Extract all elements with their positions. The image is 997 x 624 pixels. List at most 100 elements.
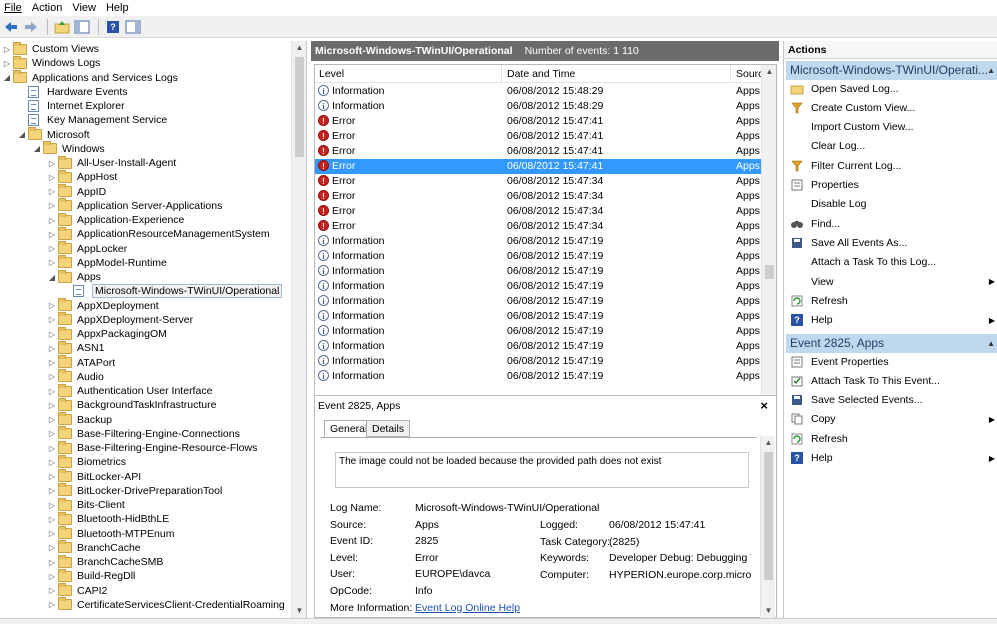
action-attach-task-to-this-event[interactable]: Attach Task To This Event... [786, 371, 997, 390]
tree-item[interactable]: ▷ All-User-Install-Agent [47, 155, 176, 170]
tree-item[interactable]: ◢ Apps [47, 269, 101, 284]
tree-item[interactable]: ▷ Authentication User Interface [47, 383, 212, 398]
help-icon[interactable]: ? [104, 18, 122, 36]
action-event-properties[interactable]: Event Properties [786, 352, 997, 371]
forward-arrow-icon[interactable] [22, 18, 40, 36]
tree-item[interactable]: Hardware Events [17, 85, 128, 99]
expand-toggle-icon[interactable]: ▷ [47, 558, 57, 567]
expand-toggle-icon[interactable]: ▷ [2, 45, 12, 54]
detail-scroll-thumb[interactable] [764, 452, 773, 580]
event-row[interactable]: i Information 06/08/2012 15:47:19 Apps [315, 324, 762, 339]
expand-toggle-icon[interactable]: ▷ [47, 315, 57, 324]
event-row[interactable]: i Information 06/08/2012 15:47:19 Apps [315, 279, 762, 294]
expand-toggle-icon[interactable]: ▷ [47, 543, 57, 552]
back-arrow-icon[interactable] [2, 18, 20, 36]
expand-toggle-icon[interactable]: ▷ [47, 458, 57, 467]
expand-toggle-icon[interactable]: ▷ [47, 572, 57, 581]
tree-item[interactable]: ◢ Microsoft [17, 127, 90, 142]
tree-item[interactable]: ▷ AppLocker [47, 241, 127, 256]
action-view[interactable]: View ▶ [786, 272, 997, 291]
expand-toggle-icon[interactable]: ◢ [47, 273, 57, 282]
event-row[interactable]: i Information 06/08/2012 15:47:19 Apps [315, 309, 762, 324]
tree-item[interactable]: ▷ Biometrics [47, 454, 126, 469]
tree-item[interactable]: ▷ AppHost [47, 169, 117, 184]
show-hide-action-pane-icon[interactable] [124, 18, 142, 36]
grid-scrollbar[interactable]: ▲ ▼ [761, 65, 776, 417]
expand-toggle-icon[interactable]: ▷ [47, 415, 57, 424]
tree-item[interactable]: ▷ Base-Filtering-Engine-Resource-Flows [47, 440, 257, 455]
tree-item[interactable]: ▷ Build-RegDll [47, 568, 135, 583]
expand-toggle-icon[interactable]: ▷ [47, 429, 57, 438]
tree-item[interactable]: ▷ Backup [47, 412, 112, 427]
tree-item[interactable]: ▷ Custom Views [2, 41, 99, 56]
action-import-custom-view[interactable]: Import Custom View... [786, 118, 997, 137]
action-save-selected-events[interactable]: Save Selected Events... [786, 391, 997, 410]
menu-help[interactable]: Help [102, 2, 135, 14]
event-row[interactable]: ! Error 06/08/2012 15:47:34 Apps [315, 219, 762, 234]
tree-item[interactable]: ▷ Bits-Client [47, 497, 125, 512]
tree-item[interactable]: Key Management Service [17, 113, 167, 127]
action-attach-a-task-to-this-log[interactable]: Attach a Task To this Log... [786, 253, 997, 272]
action-properties[interactable]: Properties [786, 176, 997, 195]
tree-item[interactable]: ▷ Application Server-Applications [47, 198, 222, 213]
tree-item[interactable]: ▷ AppModel-Runtime [47, 255, 167, 270]
menu-view[interactable]: View [68, 2, 102, 14]
event-row[interactable]: i Information 06/08/2012 15:47:19 Apps [315, 369, 762, 384]
tree-item[interactable]: Microsoft-Windows-TWinUI/Operational [62, 284, 283, 299]
action-help[interactable]: ? Help ▶ [786, 311, 997, 330]
expand-toggle-icon[interactable]: ◢ [2, 73, 12, 82]
tree-item[interactable]: ◢ Applications and Services Logs [2, 70, 178, 85]
show-hide-tree-icon[interactable] [73, 18, 91, 36]
event-row[interactable]: i Information 06/08/2012 15:47:19 Apps [315, 249, 762, 264]
tree-item[interactable]: ▷ AppXDeployment-Server [47, 312, 193, 327]
action-refresh[interactable]: Refresh [786, 291, 997, 310]
tree-item[interactable]: ▷ AppxPackagingOM [47, 326, 167, 341]
tree-item[interactable]: ▷ BitLocker-API [47, 469, 141, 484]
action-copy[interactable]: Copy ▶ [786, 410, 997, 429]
action-clear-log[interactable]: Clear Log... [786, 137, 997, 156]
expand-toggle-icon[interactable]: ▷ [47, 515, 57, 524]
up-folder-icon[interactable] [53, 18, 71, 36]
tree-item[interactable]: ▷ CAPI2 [47, 583, 107, 598]
scroll-up-icon[interactable]: ▲ [761, 436, 776, 450]
grid-scroll-thumb[interactable] [765, 265, 774, 279]
actions-section-event[interactable]: Event 2825, Apps ▲ [786, 334, 997, 353]
expand-toggle-icon[interactable]: ▷ [2, 59, 12, 68]
expand-toggle-icon[interactable]: ▷ [47, 173, 57, 182]
action-find[interactable]: Find... [786, 214, 997, 233]
tree-scroll-thumb[interactable] [295, 57, 304, 157]
tree-item[interactable]: ▷ BranchCacheSMB [47, 554, 163, 569]
scroll-down-icon[interactable]: ▼ [292, 604, 306, 618]
tab-details[interactable]: Details [366, 420, 411, 437]
menu-action[interactable]: Action [28, 2, 69, 14]
close-icon[interactable]: × [760, 398, 768, 413]
expand-toggle-icon[interactable]: ▷ [47, 201, 57, 210]
expand-toggle-icon[interactable]: ▷ [47, 230, 57, 239]
tree-item[interactable]: ▷ BitLocker-DrivePreparationTool [47, 483, 222, 498]
tree-item[interactable]: ▷ Bluetooth-MTPEnum [47, 526, 174, 541]
expand-toggle-icon[interactable]: ▷ [47, 187, 57, 196]
collapse-icon[interactable]: ▲ [987, 334, 995, 353]
expand-toggle-icon[interactable]: ▷ [47, 600, 57, 609]
event-row[interactable]: ! Error 06/08/2012 15:47:34 Apps [315, 189, 762, 204]
expand-toggle-icon[interactable]: ▷ [47, 472, 57, 481]
expand-toggle-icon[interactable]: ▷ [47, 344, 57, 353]
event-row[interactable]: ! Error 06/08/2012 15:47:41 Apps [315, 159, 762, 174]
tree-item[interactable]: ▷ Application-Experience [47, 212, 184, 227]
expand-toggle-icon[interactable]: ▷ [47, 486, 57, 495]
expand-toggle-icon[interactable]: ▷ [47, 529, 57, 538]
tree-item[interactable]: Internet Explorer [17, 99, 125, 113]
action-filter-current-log[interactable]: Filter Current Log... [786, 156, 997, 175]
tree-item[interactable]: ◢ Windows [32, 141, 105, 156]
expand-toggle-icon[interactable]: ▷ [47, 159, 57, 168]
tree-item[interactable]: ▷ Base-Filtering-Engine-Connections [47, 426, 240, 441]
event-row[interactable]: i Information 06/08/2012 15:47:19 Apps [315, 294, 762, 309]
tree-item[interactable]: ▷ CertificateServicesClient-CredentialRoa… [47, 597, 285, 612]
action-create-custom-view[interactable]: Create Custom View... [786, 98, 997, 117]
detail-scrollbar[interactable]: ▲ ▼ [760, 436, 775, 618]
expand-toggle-icon[interactable]: ◢ [32, 144, 42, 153]
action-disable-log[interactable]: Disable Log [786, 195, 997, 214]
scroll-down-icon[interactable]: ▼ [761, 604, 776, 618]
action-save-all-events-as[interactable]: Save All Events As... [786, 233, 997, 252]
action-open-saved-log[interactable]: Open Saved Log... [786, 79, 997, 98]
